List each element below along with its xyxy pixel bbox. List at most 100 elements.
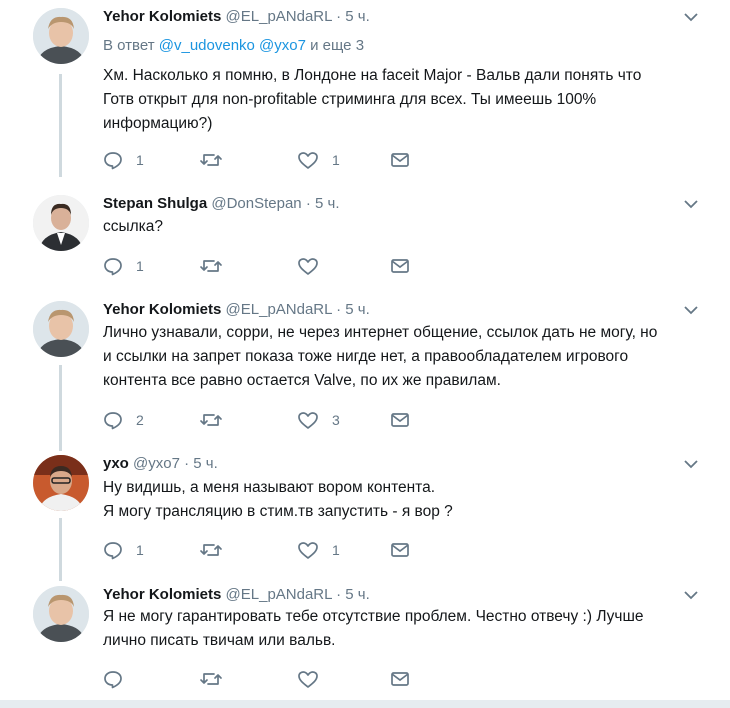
more-options-button[interactable] <box>682 303 700 317</box>
avatar[interactable] <box>33 301 89 357</box>
reply-icon <box>104 671 122 689</box>
like-count: 1 <box>332 152 340 168</box>
reply-button[interactable]: 2 <box>103 409 144 431</box>
reply-icon <box>104 258 122 276</box>
tweet-text: Лично узнавали, сорри, не через интернет… <box>103 321 693 393</box>
like-button[interactable]: 3 <box>297 409 340 431</box>
more-options-button[interactable] <box>682 197 700 211</box>
reply-icon <box>104 412 122 430</box>
direct-message-button[interactable] <box>389 668 411 690</box>
tweet-text-line: контента все равно остается Valve, по их… <box>103 372 501 389</box>
reply-button[interactable]: 1 <box>103 149 144 171</box>
separator-dot: · <box>336 586 342 603</box>
retweet-icon <box>200 673 222 685</box>
timestamp[interactable]: 5 ч. <box>345 8 370 25</box>
username[interactable]: @EL_pANdaRL <box>226 8 332 25</box>
direct-message-button[interactable] <box>389 539 411 561</box>
separator-dot: · <box>336 301 342 318</box>
avatar[interactable] <box>33 8 89 64</box>
display-name[interactable]: yxo <box>103 455 129 472</box>
like-button[interactable] <box>297 255 332 277</box>
like-button[interactable] <box>297 668 332 690</box>
thread-line <box>59 518 62 581</box>
retweet-button[interactable] <box>199 668 236 690</box>
separator-dot: · <box>305 195 311 212</box>
reply-button[interactable] <box>103 668 136 690</box>
separator-dot: · <box>184 455 190 472</box>
tweet-header: Stepan Shulga @DonStepan · 5 ч. <box>103 195 340 212</box>
timestamp[interactable]: 5 ч. <box>315 195 340 212</box>
tweet-text-line: Хм. Насколько я помню, в Лондоне на face… <box>103 67 642 84</box>
user-photo-icon <box>33 586 89 642</box>
reply-count: 1 <box>136 152 144 168</box>
direct-message-button[interactable] <box>389 409 411 431</box>
reply-button[interactable]: 1 <box>103 255 144 277</box>
like-button[interactable]: 1 <box>297 539 340 561</box>
tweet-text-line: Я не могу гарантировать тебе отсутствие … <box>103 608 644 625</box>
envelope-icon <box>391 672 409 686</box>
username[interactable]: @EL_pANdaRL <box>226 301 332 318</box>
heart-icon <box>298 152 318 169</box>
avatar[interactable] <box>33 586 89 642</box>
avatar[interactable] <box>33 195 89 251</box>
tweet-actions: 2 3 <box>103 409 423 431</box>
tweet-actions <box>103 668 423 690</box>
tweet-header: Yehor Kolomiets @EL_pANdaRL · 5 ч. <box>103 586 370 603</box>
avatar[interactable] <box>33 455 89 511</box>
tweet-header: yxo @yxo7 · 5 ч. <box>103 455 218 472</box>
tweet-text: ссылка? <box>103 215 693 239</box>
reply-button[interactable]: 1 <box>103 539 144 561</box>
chevron-down-icon <box>684 591 698 600</box>
like-button[interactable]: 1 <box>297 149 340 171</box>
retweet-icon <box>200 414 222 426</box>
direct-message-button[interactable] <box>389 149 411 171</box>
envelope-icon <box>391 543 409 557</box>
timeline-bottom-divider <box>0 700 730 708</box>
thread-line <box>59 74 62 177</box>
timestamp[interactable]: 5 ч. <box>345 586 370 603</box>
username[interactable]: @yxo7 <box>133 455 180 472</box>
tweet-text-line: Готв открыт для non-profitable стриминга… <box>103 91 597 108</box>
chevron-down-icon <box>684 460 698 469</box>
reply-count: 1 <box>136 258 144 274</box>
tweet-text-line: ссылка? <box>103 218 164 235</box>
retweet-button[interactable] <box>199 255 236 277</box>
retweet-button[interactable] <box>199 539 236 561</box>
envelope-icon <box>391 153 409 167</box>
tweet-text: Ну видишь, а меня называют вором контент… <box>103 476 693 524</box>
display-name[interactable]: Yehor Kolomiets <box>103 8 221 25</box>
reply-to-users-link[interactable]: @v_udovenko @yxo7 <box>159 37 306 54</box>
chevron-down-icon <box>684 13 698 22</box>
display-name[interactable]: Yehor Kolomiets <box>103 301 221 318</box>
envelope-icon <box>391 413 409 427</box>
thread-line <box>59 365 62 451</box>
direct-message-button[interactable] <box>389 255 411 277</box>
heart-icon <box>298 671 318 688</box>
chevron-down-icon <box>684 306 698 315</box>
reply-count: 1 <box>136 542 144 558</box>
retweet-button[interactable] <box>199 409 236 431</box>
tweet-text-line: информацию?) <box>103 115 213 132</box>
more-options-button[interactable] <box>682 457 700 471</box>
reply-count: 2 <box>136 412 144 428</box>
display-name[interactable]: Stepan Shulga <box>103 195 207 212</box>
reply-others-link[interactable]: и еще 3 <box>310 37 364 54</box>
separator-dot: · <box>336 8 342 25</box>
more-options-button[interactable] <box>682 588 700 602</box>
user-photo-icon <box>33 301 89 357</box>
retweet-icon <box>200 544 222 556</box>
heart-icon <box>298 412 318 429</box>
tweet-text-line: Я могу трансляцию в стим.тв запустить - … <box>103 503 453 520</box>
heart-icon <box>298 542 318 559</box>
timestamp[interactable]: 5 ч. <box>345 301 370 318</box>
user-photo-icon <box>33 455 89 511</box>
timestamp[interactable]: 5 ч. <box>193 455 218 472</box>
retweet-button[interactable] <box>199 149 236 171</box>
envelope-icon <box>391 259 409 273</box>
username[interactable]: @DonStepan <box>211 195 301 212</box>
tweet-text: Я не могу гарантировать тебе отсутствие … <box>103 605 693 653</box>
username[interactable]: @EL_pANdaRL <box>226 586 332 603</box>
more-options-button[interactable] <box>682 10 700 24</box>
display-name[interactable]: Yehor Kolomiets <box>103 586 221 603</box>
heart-icon <box>298 258 318 275</box>
